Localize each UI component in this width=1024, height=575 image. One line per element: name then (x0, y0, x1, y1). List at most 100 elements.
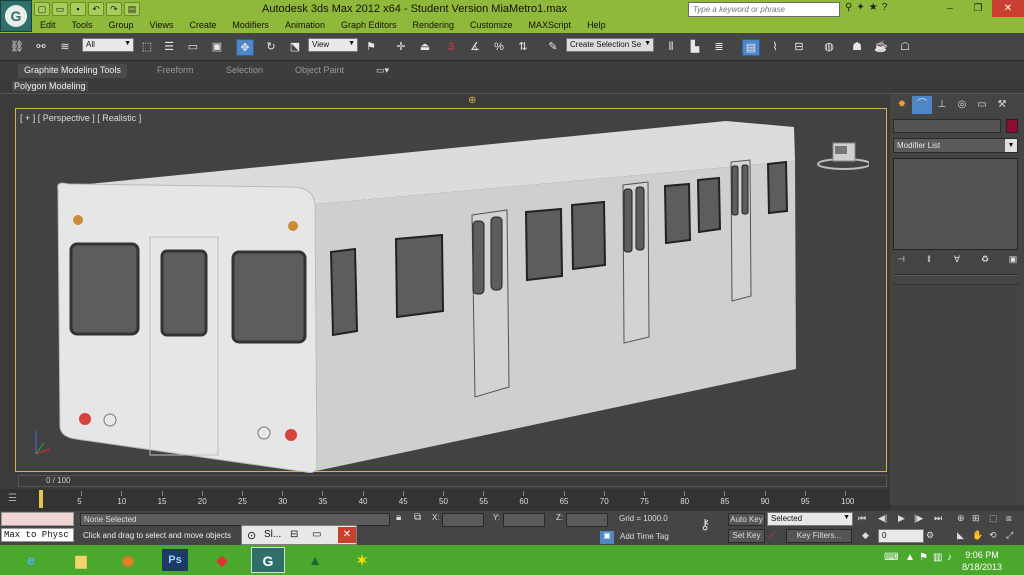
open-icon[interactable]: ▭ (52, 2, 68, 16)
motion-tab-icon[interactable]: ◎ (952, 96, 972, 114)
current-frame-field[interactable]: 0 (878, 529, 924, 543)
reference-coordinate-dropdown[interactable]: View ▼ (308, 38, 358, 52)
mini-curve-editor-icon[interactable]: ☰ (8, 493, 17, 504)
game-icon[interactable]: ✶ (345, 547, 379, 573)
set-key-icon[interactable]: ⚷ (700, 516, 710, 533)
manipulate-icon[interactable]: ✛ (392, 39, 410, 56)
play-icon[interactable]: ▶ (898, 513, 905, 524)
maxscript-listener-top[interactable] (1, 512, 74, 526)
curve-editor-icon[interactable]: ⌇ (766, 39, 784, 56)
show-end-result-icon[interactable]: ‖ (921, 254, 937, 270)
selection-lock-icon[interactable]: 🔒︎ (396, 512, 401, 523)
popup-maximize-icon[interactable]: ▭ (312, 529, 321, 540)
schematic-view-icon[interactable]: ⊟ (790, 39, 808, 56)
star-icon[interactable]: ★ (869, 2, 878, 13)
field-of-view-icon[interactable]: ◣ (957, 530, 964, 541)
select-and-move-icon[interactable]: ✥ (236, 39, 254, 56)
key-mode-dropdown[interactable]: Selected ▼ (767, 512, 853, 526)
time-slider[interactable]: 0 / 100 (18, 475, 887, 487)
pin-stack-icon[interactable]: ⊣ (893, 254, 909, 270)
floating-window-popup[interactable]: ⊙ Sl... ⊟ ▭ ✕ (241, 525, 357, 545)
display-tab-icon[interactable]: ▭ (972, 96, 992, 114)
percent-snap-icon[interactable]: % (490, 39, 508, 56)
menu-rendering[interactable]: Rendering (413, 19, 463, 33)
chrome-icon[interactable]: ◉ (111, 547, 145, 573)
bind-space-warp-icon[interactable]: ≋ (56, 39, 74, 56)
binoculars-icon[interactable]: ⚲ (845, 2, 852, 13)
go-to-start-icon[interactable]: ⏮ (858, 513, 866, 524)
select-by-name-icon[interactable]: ☰ (160, 39, 178, 56)
undo-icon[interactable]: ↶ (88, 2, 104, 16)
zoom-extents-icon[interactable]: ⬚ (989, 513, 998, 524)
menu-create[interactable]: Create (189, 19, 224, 33)
perspective-viewport[interactable] (15, 108, 887, 473)
ribbon-options-icon[interactable]: ▭▾ (376, 65, 389, 76)
add-time-tag[interactable]: Add Time Tag (620, 532, 669, 541)
menu-customize[interactable]: Customize (470, 19, 521, 33)
orbit-icon[interactable]: ⟲ (989, 530, 997, 541)
keyboard-shortcut-override-icon[interactable]: ⏏ (416, 39, 434, 56)
create-tab-icon[interactable]: ✸ (892, 96, 912, 114)
viewport-label[interactable]: [ + ] [ Perspective ] [ Realistic ] (20, 113, 141, 123)
zoom-icon[interactable]: ⊕ (957, 513, 965, 524)
link-icon[interactable]: ⛓ (8, 39, 26, 56)
set-key-button[interactable]: Set Key (728, 529, 765, 543)
time-tag-icon[interactable]: ▣ (600, 531, 614, 544)
save-icon[interactable]: ▪ (70, 2, 86, 16)
modifier-stack[interactable] (893, 158, 1018, 250)
pivot-point-icon[interactable]: ⚑ (362, 39, 380, 56)
menu-help[interactable]: Help (587, 19, 614, 33)
maximize-viewport-icon[interactable]: ⤢ (1006, 530, 1013, 541)
keyboard-icon[interactable]: ⌨ (884, 552, 898, 563)
object-name-field[interactable] (893, 119, 1001, 133)
edit-named-selection-icon[interactable]: ✎ (544, 39, 562, 56)
material-editor-icon[interactable]: ◍ (820, 39, 838, 56)
make-unique-icon[interactable]: ∀ (949, 254, 965, 270)
menu-maxscript[interactable]: MAXScript (529, 19, 580, 33)
default-in-out-tangent-icon[interactable]: ⟋ (769, 530, 776, 541)
key-filters-button[interactable]: Key Filters... (786, 529, 852, 543)
explorer-icon[interactable]: ▆ (64, 547, 98, 573)
menu-views[interactable]: Views (150, 19, 182, 33)
select-and-rotate-icon[interactable]: ↻ (262, 39, 280, 56)
tab-freeform[interactable]: Freeform (157, 65, 194, 75)
modifier-list-dropdown[interactable]: Modifier List ▼ (893, 138, 1018, 153)
polygon-modeling-panel[interactable]: Polygon Modeling (12, 81, 88, 91)
minimize-button[interactable]: – (936, 0, 964, 17)
absolute-mode-icon[interactable]: ⧉ (414, 512, 421, 523)
popup-minimize-icon[interactable]: ⊟ (290, 529, 298, 540)
next-frame-icon[interactable]: |▶ (914, 513, 923, 524)
window-crossing-icon[interactable]: ▣ (208, 39, 226, 56)
key-icon[interactable]: ✦ (856, 2, 864, 13)
ie-icon[interactable]: e (14, 547, 48, 573)
configure-modifier-sets-icon[interactable]: ▣ (1005, 254, 1021, 270)
redo-icon[interactable]: ↷ (106, 2, 122, 16)
unlink-icon[interactable]: ⚯ (32, 39, 50, 56)
selection-filter-dropdown[interactable]: All ▼ (82, 38, 134, 52)
select-and-scale-icon[interactable]: ⬔ (286, 39, 304, 56)
auto-key-button[interactable]: Auto Key (728, 513, 765, 526)
named-selection-set-dropdown[interactable]: Create Selection Se ▼ (566, 38, 654, 52)
menu-tools[interactable]: Tools (72, 19, 101, 33)
select-object-icon[interactable]: ⬚ (138, 39, 156, 56)
maxscript-listener-input[interactable]: Max to Physc (1, 528, 74, 542)
remove-modifier-icon[interactable]: ♻ (977, 254, 993, 270)
time-configuration-icon[interactable]: ⚙ (926, 530, 934, 541)
project-icon[interactable]: ▤ (124, 2, 140, 16)
menu-animation[interactable]: Animation (285, 19, 333, 33)
system-clock[interactable]: 9:06 PM 8/18/2013 (962, 549, 1002, 573)
render-setup-icon[interactable]: ☗ (848, 39, 866, 56)
3dsmax-icon[interactable]: G (251, 547, 285, 573)
zoom-extents-all-icon[interactable]: ⧈ (1006, 513, 1012, 524)
x-coord-field[interactable] (442, 513, 484, 527)
modify-tab-icon[interactable]: ⌒ (912, 96, 932, 114)
layer-manager-icon[interactable]: ≣ (710, 39, 728, 56)
snap-toggle-icon[interactable]: 3 (442, 39, 460, 56)
photoshop-icon[interactable]: Ps (162, 549, 188, 571)
rendered-frame-window-icon[interactable]: ☕ (872, 39, 890, 56)
menu-modifiers[interactable]: Modifiers (232, 19, 277, 33)
help-icon[interactable]: ? (882, 2, 888, 13)
key-mode-toggle-icon[interactable]: ◆ (862, 530, 869, 541)
object-color-swatch[interactable] (1006, 119, 1018, 133)
flag-icon[interactable]: ⚑ (919, 552, 928, 563)
